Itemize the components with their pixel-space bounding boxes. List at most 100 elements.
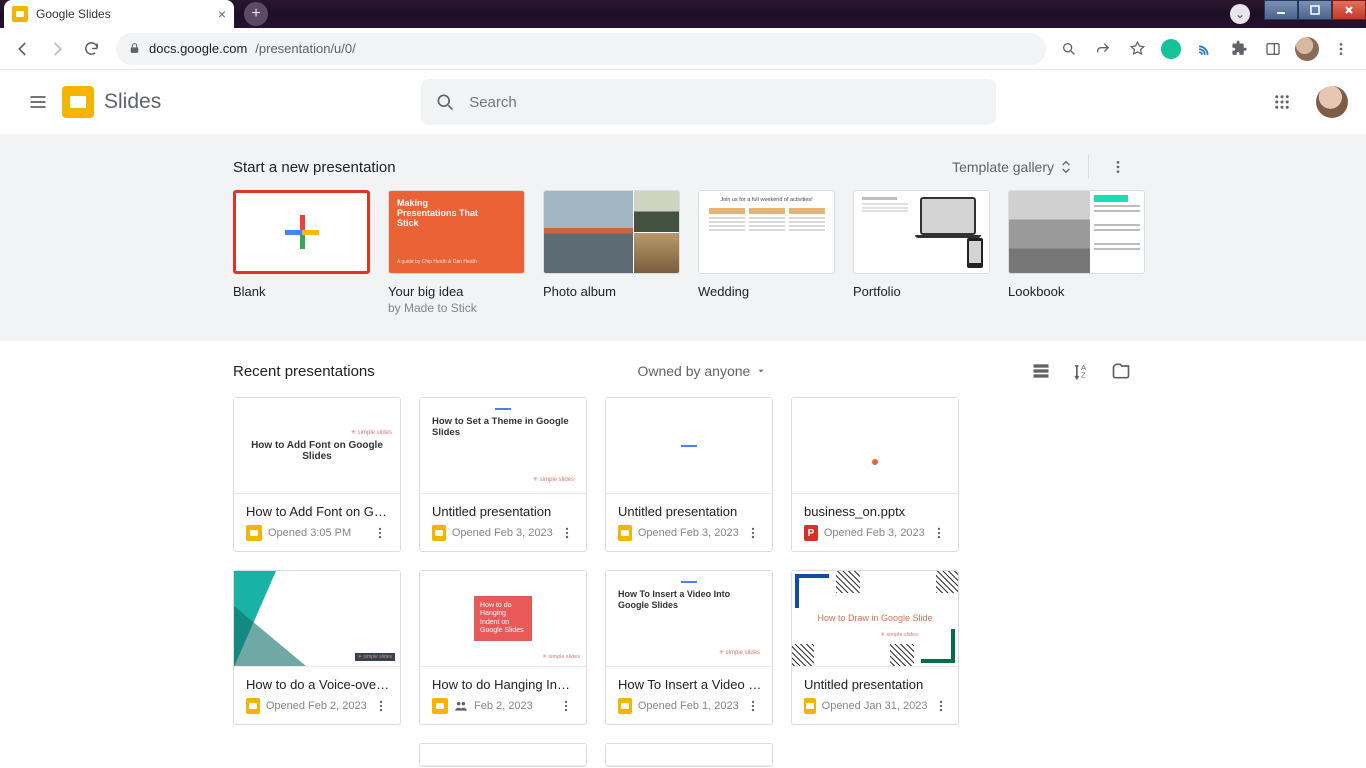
browser-menu-button[interactable] [1326,34,1356,64]
shared-icon [454,699,468,713]
share-page-icon[interactable] [1088,34,1118,64]
card-more-button[interactable] [556,699,576,713]
slides-file-icon [804,698,816,714]
template-lookbook[interactable]: Lookbook [1008,190,1145,315]
cast-icon[interactable] [1190,34,1220,64]
card-more-button[interactable] [373,699,390,713]
new-tab-button[interactable]: + [244,2,268,26]
window-close-button[interactable] [1332,0,1366,20]
ownership-filter[interactable]: Owned by anyone [637,363,766,379]
address-bar[interactable]: docs.google.com/presentation/u/0/ [116,33,1046,65]
slides-logo-icon[interactable] [62,86,94,118]
template-photo-album[interactable]: Photo album [543,190,680,315]
presentation-card[interactable]: How to do a Voice-over onGoogle Slides✳ … [233,570,401,725]
tab-title: Google Slides [36,7,111,21]
templates-more-button[interactable] [1103,152,1133,182]
slides-file-icon [618,698,632,714]
slides-favicon-icon [12,6,28,22]
url-host: docs.google.com [149,41,247,56]
slides-file-icon [246,525,262,541]
template-title: Photo album [543,284,680,299]
presentation-card[interactable]: How To Insert a Video Into Google Slides… [605,570,773,725]
template-gallery-button[interactable]: Template gallery [952,159,1074,175]
template-title: Wedding [698,284,835,299]
slides-file-icon [432,525,446,541]
presentation-card[interactable]: How to Set a Theme in Google Slides✳ sim… [419,397,587,552]
template-title: Blank [233,284,370,299]
presentation-card[interactable]: How to do Hanging Indent on Google Slide… [419,570,587,725]
search-bar[interactable] [421,79,996,125]
opened-text: Opened Feb 3, 2023 [824,527,925,539]
lock-icon [128,42,141,55]
presentation-name: Untitled presentation [618,504,762,519]
recent-heading: Recent presentations [233,363,375,380]
presentation-card[interactable] [605,743,773,767]
card-more-button[interactable] [931,526,948,540]
presentation-name: Untitled presentation [432,504,576,519]
opened-text: Feb 2, 2023 [474,700,533,712]
extensions-puzzle-icon[interactable] [1224,34,1254,64]
presentation-card[interactable]: Untitled presentation Opened Feb 3, 2023 [605,397,773,552]
file-picker-button[interactable] [1109,359,1133,383]
opened-text: Opened Feb 3, 2023 [638,527,739,539]
card-more-button[interactable] [745,526,762,540]
ownership-filter-label: Owned by anyone [637,363,750,379]
template-title: Lookbook [1008,284,1145,299]
template-title: Portfolio [853,284,990,299]
unfold-icon [1058,159,1074,175]
opened-text: Opened Jan 31, 2023 [822,700,928,712]
opened-text: Opened Feb 2, 2023 [266,700,367,712]
os-titlebar: Google Slides × + ⌄ [0,0,1366,28]
template-portfolio[interactable]: Portfolio [853,190,990,315]
extension-grammarly-icon[interactable] [1156,34,1186,64]
presentation-card[interactable]: How to Draw in Google Slide✳ simple slid… [791,570,959,725]
card-more-button[interactable] [370,526,390,540]
slides-file-icon [246,698,260,714]
presentation-card[interactable]: BUSINESS ONbusiness_on.pptxOpened Feb 3,… [791,397,959,552]
profile-avatar[interactable] [1292,34,1322,64]
divider [1088,155,1089,179]
presentation-name: How to do Hanging Inde… [432,677,576,692]
presentation-name: How To Insert a Video Int… [618,677,762,692]
browser-tab[interactable]: Google Slides × [4,0,234,28]
page-content: Slides Start a new presentation Template… [0,70,1366,768]
card-more-button[interactable] [745,699,762,713]
presentation-name: Untitled presentation [804,677,948,692]
slides-file-icon [618,525,632,541]
window-minimize-button[interactable] [1264,0,1298,20]
nav-back-button[interactable] [6,32,40,66]
nav-forward-button[interactable] [40,32,74,66]
account-avatar[interactable] [1316,86,1348,118]
presentation-card[interactable] [419,743,587,767]
sort-button[interactable]: AZ [1069,359,1093,383]
tab-close-button[interactable]: × [218,7,226,21]
opened-text: Opened 3:05 PM [268,527,351,539]
slides-file-icon [432,698,448,714]
chrome-account-chevron-icon[interactable]: ⌄ [1230,4,1250,24]
presentation-name: business_on.pptx [804,504,948,519]
nav-reload-button[interactable] [74,32,108,66]
list-view-button[interactable] [1029,359,1053,383]
template-your-big-idea[interactable]: MakingPresentations ThatStickA guide by … [388,190,525,315]
card-more-button[interactable] [933,699,948,713]
sidepanel-icon[interactable] [1258,34,1288,64]
google-apps-button[interactable] [1262,82,1302,122]
templates-section: Start a new presentation Template galler… [0,134,1366,341]
app-header: Slides [0,70,1366,134]
search-input[interactable] [469,94,982,111]
presentation-name: How to Add Font on Goo… [246,504,390,519]
window-maximize-button[interactable] [1298,0,1332,20]
presentation-card[interactable]: ✳ simple slidesHow to Add Font on Google… [233,397,401,552]
opened-text: Opened Feb 3, 2023 [452,527,553,539]
template-blank[interactable]: Blank [233,190,370,315]
bookmark-star-icon[interactable] [1122,34,1152,64]
template-title: Your big idea [388,284,525,299]
main-menu-button[interactable] [18,82,58,122]
card-more-button[interactable] [559,526,576,540]
zoom-icon[interactable] [1054,34,1084,64]
plus-icon [285,215,319,249]
template-wedding[interactable]: Join us for a full weekend of activities… [698,190,835,315]
opened-text: Opened Feb 1, 2023 [638,700,739,712]
toolbar-right-icons [1054,34,1360,64]
search-icon [435,92,455,112]
